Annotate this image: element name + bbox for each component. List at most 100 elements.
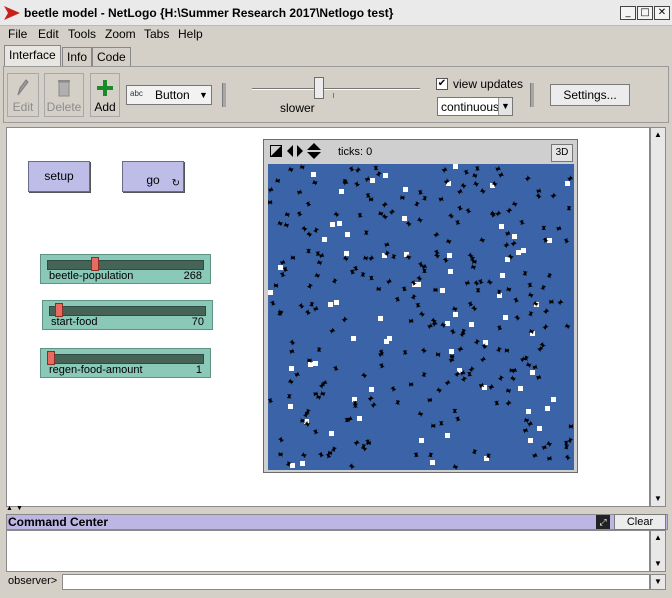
chevron-down-icon: ▼ xyxy=(498,98,512,115)
scroll-down-icon[interactable]: ▼ xyxy=(651,492,665,506)
scroll-down-icon[interactable]: ▼ xyxy=(651,557,665,571)
slider-start-food[interactable]: start-food 70 xyxy=(42,300,213,330)
food-patch xyxy=(288,404,293,409)
beetle-turtle xyxy=(384,242,390,248)
chevron-down-icon[interactable]: ▼ xyxy=(650,574,666,590)
go-button[interactable]: go ↻ xyxy=(122,161,184,192)
beetle-turtle xyxy=(455,219,461,225)
food-patch xyxy=(503,315,508,320)
beetle-turtle xyxy=(296,189,303,195)
tab-info[interactable]: Info xyxy=(62,47,93,66)
beetle-turtle xyxy=(427,323,433,329)
beetle-turtle xyxy=(445,238,452,245)
tab-interface[interactable]: Interface xyxy=(4,45,61,66)
food-patch xyxy=(290,463,295,468)
scroll-up-icon[interactable]: ▲ xyxy=(651,531,665,545)
add-button[interactable]: Add xyxy=(90,73,120,117)
slider-track[interactable] xyxy=(47,354,204,364)
shift-vertical-icon[interactable] xyxy=(307,143,321,159)
maximize-button[interactable]: □ xyxy=(637,6,653,20)
menu-edit[interactable]: Edit xyxy=(38,27,59,41)
beetle-turtle xyxy=(348,463,355,470)
shift-horizontal-icon[interactable] xyxy=(287,145,303,157)
food-patch xyxy=(311,172,316,177)
beetle-turtle xyxy=(318,252,325,259)
menu-zoom[interactable]: Zoom xyxy=(105,27,136,41)
clear-button[interactable]: Clear xyxy=(614,514,666,530)
food-patch xyxy=(352,397,357,402)
slider-handle[interactable] xyxy=(90,257,99,271)
beetle-turtle xyxy=(288,166,294,173)
menu-tools[interactable]: Tools xyxy=(68,27,96,41)
setup-button[interactable]: setup xyxy=(28,161,90,192)
beetle-turtle xyxy=(546,272,553,279)
3d-view-button[interactable]: 3D xyxy=(551,144,573,162)
widget-type-value: Button xyxy=(155,88,190,102)
food-patch xyxy=(334,300,339,305)
slider-label: beetle-population xyxy=(49,270,134,282)
toolbar-separator xyxy=(530,83,534,107)
minimize-button[interactable]: _ xyxy=(620,6,636,20)
edit-button[interactable]: Edit xyxy=(7,73,39,117)
divider-up-icon[interactable]: ▲ xyxy=(6,505,13,512)
beetle-turtle xyxy=(470,264,477,270)
observer-label[interactable]: observer> xyxy=(8,575,57,587)
beetle-turtle xyxy=(505,230,511,237)
menu-tabs[interactable]: Tabs xyxy=(144,27,169,41)
beetle-turtle xyxy=(541,444,548,451)
divider-down-icon[interactable]: ▼ xyxy=(16,505,23,512)
beetle-turtle xyxy=(535,193,542,199)
slider-handle[interactable] xyxy=(55,303,64,317)
menu-help[interactable]: Help xyxy=(178,27,203,41)
command-output-scrollbar[interactable]: ▲ ▼ xyxy=(650,530,666,572)
food-patch xyxy=(402,216,407,221)
slider-regen-food-amount[interactable]: regen-food-amount 1 xyxy=(40,348,211,378)
slider-handle[interactable] xyxy=(47,351,55,365)
beetle-turtle xyxy=(313,391,319,397)
speed-slider-thumb[interactable] xyxy=(314,77,325,99)
widget-type-select[interactable]: abc Button ▼ xyxy=(126,85,212,105)
food-patch xyxy=(330,222,335,227)
toolbar-separator xyxy=(222,83,226,107)
food-patch xyxy=(300,461,305,466)
command-output[interactable] xyxy=(6,530,650,572)
world-view[interactable] xyxy=(268,164,574,470)
food-patch xyxy=(448,269,453,274)
beetle-turtle xyxy=(495,166,501,172)
delete-button[interactable]: Delete xyxy=(44,73,84,117)
beetle-turtle xyxy=(450,328,456,335)
slider-track[interactable] xyxy=(49,306,206,316)
view-updates-checkbox[interactable]: ✔ xyxy=(436,78,448,90)
beetle-turtle xyxy=(527,282,533,288)
close-button[interactable]: ✕ xyxy=(654,6,670,20)
interface-scrollbar[interactable]: ▲ ▼ xyxy=(650,127,666,507)
food-patch xyxy=(370,178,375,183)
tab-code[interactable]: Code xyxy=(92,47,131,66)
slider-beetle-population[interactable]: beetle-population 268 xyxy=(40,254,211,284)
beetle-turtle xyxy=(536,374,542,381)
beetle-turtle xyxy=(314,272,321,279)
food-patch xyxy=(445,321,450,326)
beetle-turtle xyxy=(365,192,371,198)
beetle-turtle xyxy=(341,316,348,323)
world-canvas[interactable] xyxy=(268,164,574,470)
command-input[interactable] xyxy=(62,574,650,590)
food-patch xyxy=(308,362,313,367)
zoom-icon[interactable] xyxy=(270,145,282,157)
update-mode-select[interactable]: continuous ▼ xyxy=(437,97,513,116)
scroll-up-icon[interactable]: ▲ xyxy=(651,128,665,142)
menu-file[interactable]: File xyxy=(8,27,27,41)
speed-slider-track[interactable] xyxy=(252,88,420,90)
expand-icon[interactable]: ⤢ xyxy=(596,515,610,529)
beetle-turtle xyxy=(290,255,296,261)
beetle-turtle xyxy=(315,251,321,256)
beetle-turtle xyxy=(479,188,486,194)
beetle-turtle xyxy=(313,306,319,312)
food-patch xyxy=(447,253,452,258)
slider-track[interactable] xyxy=(47,260,204,270)
food-patch xyxy=(551,397,556,402)
settings-button[interactable]: Settings... xyxy=(550,84,630,106)
beetle-turtle xyxy=(494,400,500,406)
menu-bar: File Edit Tools Zoom Tabs Help xyxy=(0,26,672,44)
pane-divider[interactable]: ▲ ▼ xyxy=(0,505,672,513)
